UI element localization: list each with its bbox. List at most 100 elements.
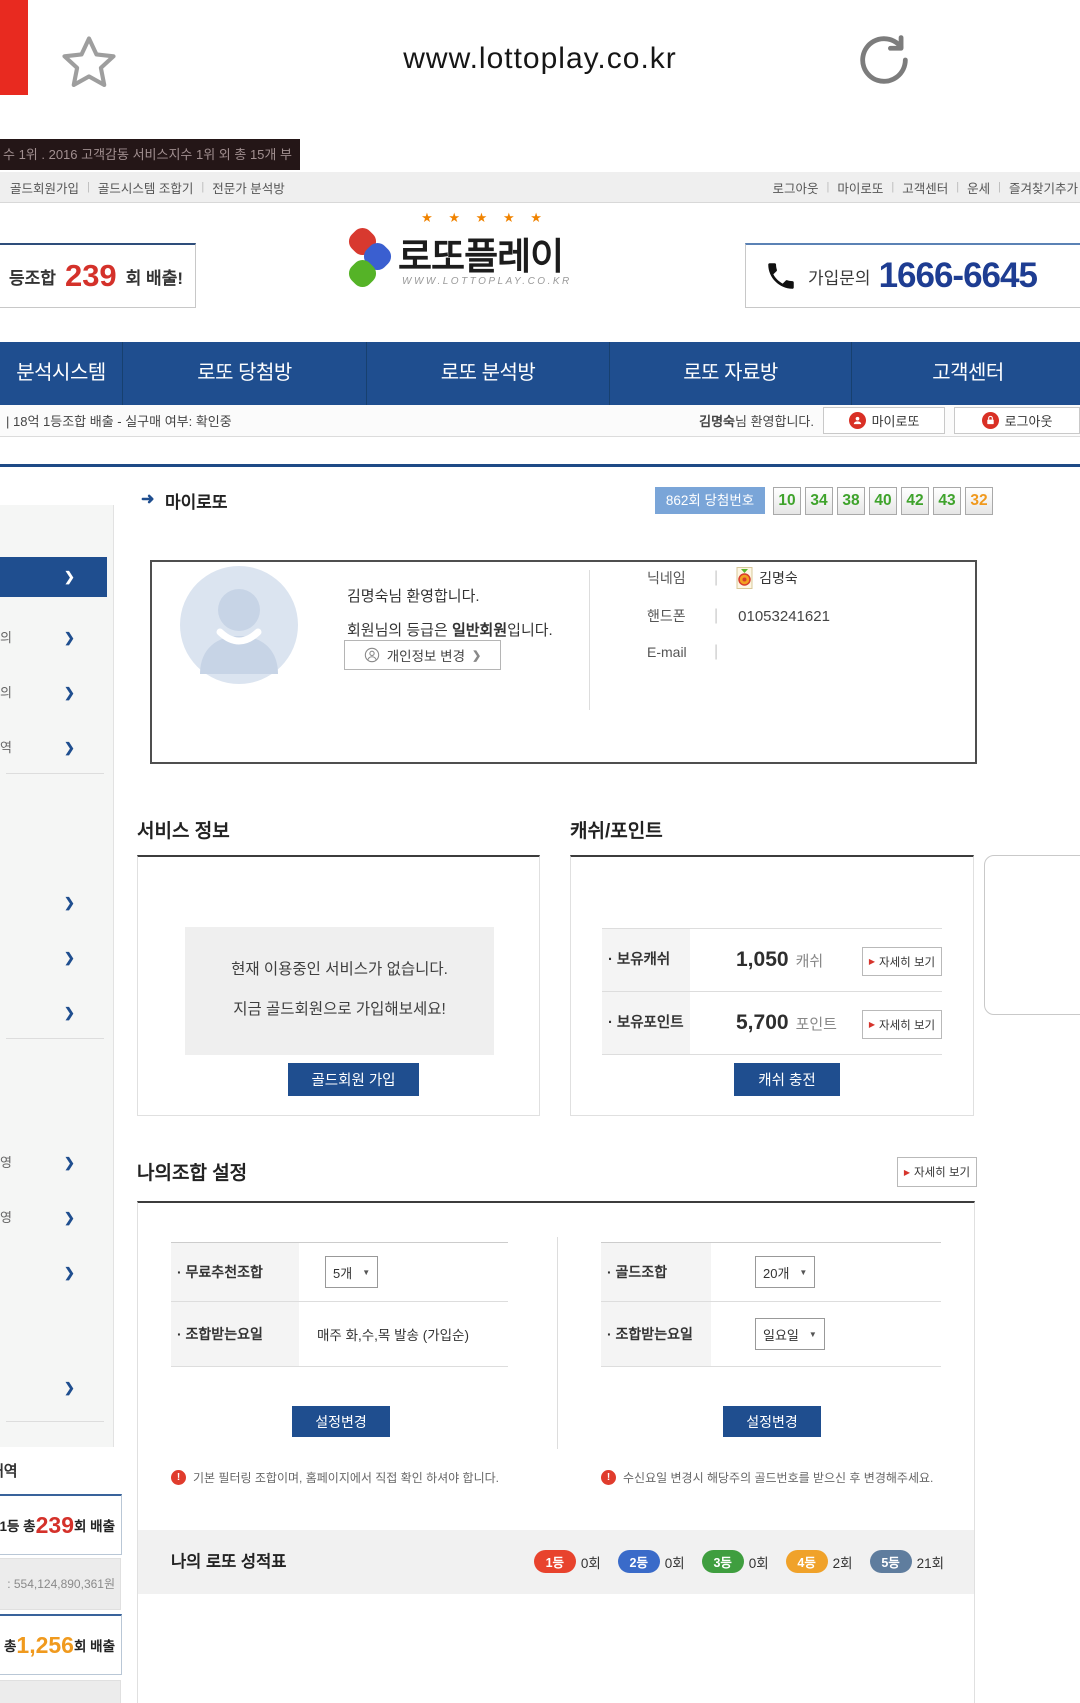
menu-favorite[interactable]: 즐겨찾기추가 bbox=[1009, 178, 1078, 197]
combo-panel: · 무료추천조합 5개 ▼ · 조합받는요일 매주 화,수,목 발송 (가입순)… bbox=[137, 1201, 975, 1703]
sidebar: ❯ 의❯ 의❯ 역❯ ❯ ❯ ❯ 영❯ 영❯ ❯ ❯ bbox=[0, 505, 114, 1447]
sidebar-item[interactable]: 역❯ bbox=[0, 735, 113, 761]
winning-number: 40 bbox=[869, 487, 897, 515]
person-icon bbox=[849, 412, 866, 429]
combo-prefix: 등조합 bbox=[9, 264, 56, 289]
winning-number: 38 bbox=[837, 487, 865, 515]
winning-number: 43 bbox=[933, 487, 961, 515]
cash-row: · 보유캐쉬 1,050 캐쉬 ▶ 자세히 보기 bbox=[602, 929, 942, 992]
page-title-arrow-icon: ➜ bbox=[141, 489, 154, 509]
sidebar-item[interactable]: ❯ bbox=[0, 1260, 113, 1286]
first-prize-count: 239 bbox=[36, 1512, 74, 1539]
sidebar-item[interactable]: ❯ bbox=[0, 945, 113, 971]
gold-join-button[interactable]: 골드회원 가입 bbox=[288, 1063, 419, 1096]
divider: | bbox=[87, 181, 90, 193]
free-combo-note: ! 기본 필터링 조합이며, 홈페이지에서 직접 확인 하셔야 합니다. bbox=[171, 1469, 499, 1486]
winning-number-bonus: 32 bbox=[965, 487, 993, 515]
cash-charge-button[interactable]: 캐쉬 충전 bbox=[734, 1063, 840, 1096]
logout-button[interactable]: 로그아웃 bbox=[954, 407, 1080, 434]
menu-fortune[interactable]: 운세 bbox=[967, 178, 990, 197]
menu-logout[interactable]: 로그아웃 bbox=[772, 178, 818, 197]
divider: | bbox=[891, 181, 894, 193]
free-combo-save-button[interactable]: 설정변경 bbox=[292, 1406, 390, 1437]
sidebar-item[interactable]: ❯ bbox=[0, 1000, 113, 1026]
rank-pill: 2등 bbox=[618, 1550, 660, 1573]
gold-combo-save-button[interactable]: 설정변경 bbox=[723, 1406, 821, 1437]
chevron-down-icon: ▼ bbox=[362, 1268, 370, 1277]
gold-day-select[interactable]: 일요일 ▼ bbox=[755, 1318, 825, 1350]
logo[interactable]: ★ ★ ★ ★ ★ 로또플레이 WWW.LOTTOPLAY.CO.KR bbox=[348, 210, 568, 300]
sidebar-item[interactable]: 영❯ bbox=[0, 1150, 113, 1176]
rank-pill: 3등 bbox=[702, 1550, 744, 1573]
divider-line bbox=[0, 464, 1080, 467]
cash-detail-button[interactable]: ▶ 자세히 보기 bbox=[862, 947, 942, 976]
profile-box: 김명숙님 환영합니다. 회원님의 등급은 일반회원입니다. 개인정보 변경 ❯ … bbox=[150, 560, 977, 764]
triangle-right-icon: ▶ bbox=[869, 1020, 875, 1029]
logo-ribbon-icon bbox=[348, 227, 394, 293]
free-combo-day-row: · 조합받는요일 매주 화,수,목 발송 (가입순) bbox=[171, 1302, 508, 1367]
menu-gold-join[interactable]: 골드회원가입 bbox=[10, 178, 79, 197]
menu-expert[interactable]: 전문가 분석방 bbox=[212, 178, 284, 197]
status-bar: | 18억 1등조합 배출 - 실구매 여부: 확인중 김명숙님 환영합니다. … bbox=[0, 405, 1080, 437]
score-title: 나의 로또 성적표 bbox=[171, 1530, 286, 1594]
winning-number: 42 bbox=[901, 487, 929, 515]
gold-combo-select[interactable]: 20개 ▼ bbox=[755, 1256, 815, 1288]
page-title: 마이로또 bbox=[165, 488, 228, 513]
chevron-down-icon: ▼ bbox=[799, 1268, 807, 1277]
divider: | bbox=[201, 181, 204, 193]
chevron-right-icon: ❯ bbox=[64, 680, 75, 706]
sidebar-item-selected[interactable]: ❯ bbox=[0, 557, 107, 597]
nav-winning-room[interactable]: 로또 당첨방 bbox=[123, 342, 367, 405]
menu-mylotto[interactable]: 마이로또 bbox=[837, 178, 883, 197]
field-phone: 핸드폰 | 01053241621 bbox=[647, 604, 830, 628]
sidebar-item[interactable]: ❯ bbox=[0, 890, 113, 916]
sidebar-item[interactable]: 의❯ bbox=[0, 625, 113, 651]
first-prize-stat-box[interactable]: 1등 총 239 회 배출 bbox=[0, 1494, 122, 1555]
chevron-right-icon: ❯ bbox=[64, 890, 75, 916]
logo-stars: ★ ★ ★ ★ ★ bbox=[402, 210, 567, 226]
score-item: 2등 0회 bbox=[618, 1550, 685, 1573]
chevron-right-icon: ❯ bbox=[472, 649, 481, 662]
logo-tagline: WWW.LOTTOPLAY.CO.KR bbox=[402, 276, 572, 287]
divider bbox=[6, 773, 104, 774]
sidebar-item[interactable]: 의❯ bbox=[0, 680, 113, 706]
sidebar-item[interactable]: 영❯ bbox=[0, 1205, 113, 1231]
profile-grade: 회원님의 등급은 일반회원입니다. bbox=[347, 619, 553, 640]
mypage-button[interactable]: 마이로또 bbox=[823, 407, 945, 434]
chevron-right-icon: ❯ bbox=[64, 1000, 75, 1026]
prize-amount-partial bbox=[0, 1680, 121, 1703]
nav-support[interactable]: 고객센터 bbox=[852, 342, 1080, 405]
chevron-right-icon: ❯ bbox=[64, 1375, 75, 1401]
person-circle-icon bbox=[364, 647, 380, 663]
refresh-icon[interactable] bbox=[852, 28, 916, 97]
phone-number[interactable]: 1666-6645 bbox=[879, 256, 1037, 296]
edit-profile-button[interactable]: 개인정보 변경 ❯ bbox=[344, 640, 501, 670]
warning-icon: ! bbox=[171, 1470, 186, 1485]
chevron-right-icon: ❯ bbox=[64, 1150, 75, 1176]
welcome-text: 김명숙님 환영합니다. bbox=[699, 411, 814, 430]
combo-count: 239 bbox=[65, 258, 117, 294]
address-bar[interactable]: www.lottoplay.co.kr bbox=[0, 42, 1080, 76]
menu-gold-system[interactable]: 골드시스템 조합기 bbox=[98, 178, 193, 197]
divider: | bbox=[714, 643, 718, 661]
nav-analysis-system[interactable]: 분석시스템 bbox=[0, 342, 123, 405]
divider: | bbox=[714, 569, 718, 587]
avatar bbox=[180, 566, 298, 684]
combo-detail-button[interactable]: ▶ 자세히 보기 bbox=[897, 1157, 977, 1187]
chevron-right-icon: ❯ bbox=[64, 945, 75, 971]
divider bbox=[557, 1237, 558, 1449]
menu-support[interactable]: 고객센터 bbox=[902, 178, 948, 197]
sidebar-item[interactable]: ❯ bbox=[0, 1375, 113, 1401]
phone-label: 가입문의 bbox=[808, 264, 871, 289]
quick-menu-tab[interactable] bbox=[984, 855, 1080, 1015]
point-detail-button[interactable]: ▶ 자세히 보기 bbox=[862, 1010, 942, 1039]
status-text: | 18억 1등조합 배출 - 실구매 여부: 확인중 bbox=[0, 411, 232, 430]
nav-analysis-room[interactable]: 로또 분석방 bbox=[367, 342, 610, 405]
triangle-right-icon: ▶ bbox=[904, 1168, 910, 1177]
free-combo-select[interactable]: 5개 ▼ bbox=[325, 1256, 378, 1288]
cash-heading: 캐쉬/포인트 bbox=[570, 816, 663, 843]
score-item: 1등 0회 bbox=[534, 1550, 601, 1573]
second-prize-stat-box[interactable]: 등 총 1,256 회 배출 bbox=[0, 1614, 122, 1675]
nav-data-room[interactable]: 로또 자료방 bbox=[610, 342, 852, 405]
divider: | bbox=[998, 181, 1001, 193]
